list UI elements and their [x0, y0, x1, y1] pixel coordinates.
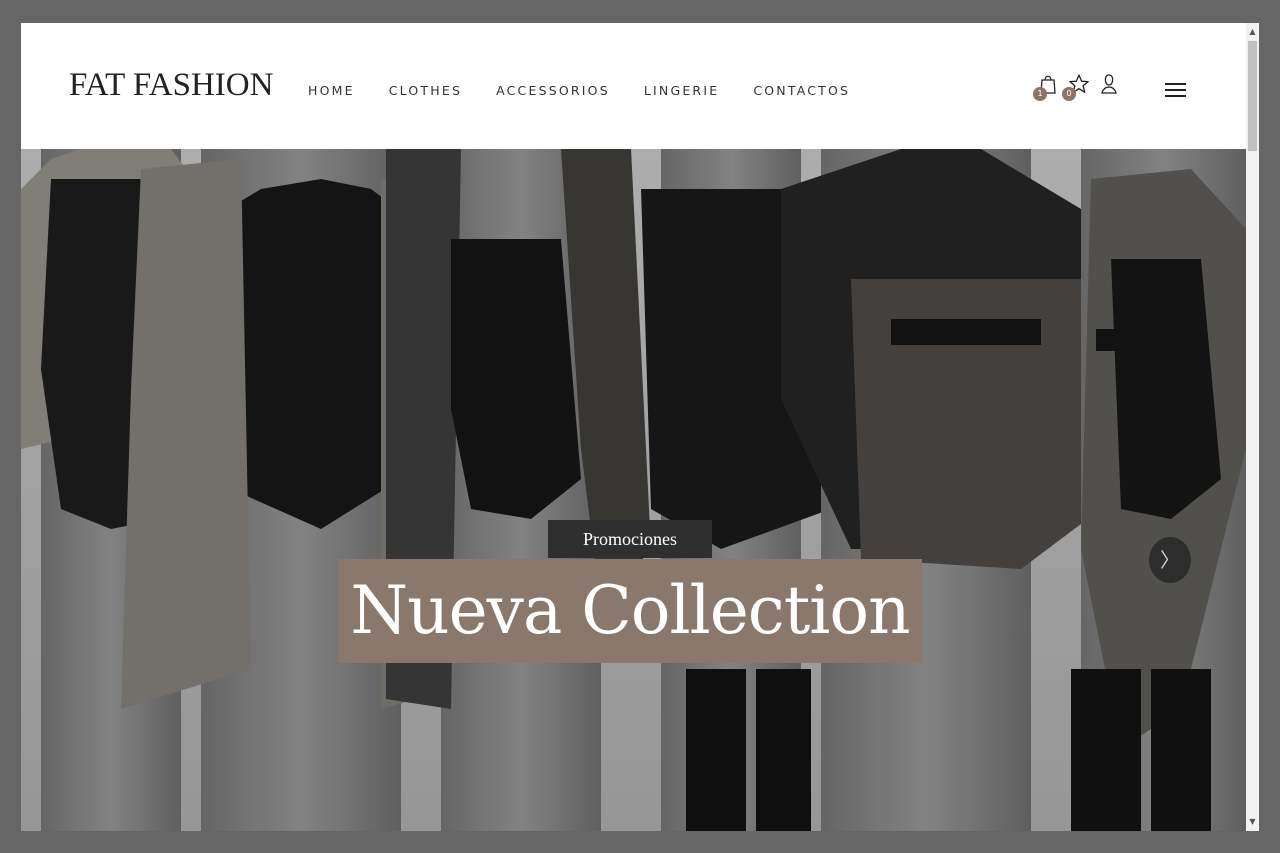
wishlist-count-badge: 0 — [1062, 87, 1076, 101]
headline-box: Nueva Collection — [338, 559, 922, 663]
promo-tag[interactable]: Promociones — [548, 520, 712, 558]
hero-photo — [21, 149, 1246, 831]
user-icon — [1101, 74, 1117, 94]
site-header: FAT FASHION HOME CLOTHES ACCESSORIOS LIN… — [21, 23, 1246, 149]
scroll-up-arrow-icon[interactable]: ▲ — [1246, 25, 1259, 39]
wishlist-button[interactable]: 0 — [1062, 73, 1090, 101]
site-logo[interactable]: FAT FASHION — [69, 67, 273, 104]
main-nav: HOME CLOTHES ACCESSORIOS LINGERIE CONTAC… — [308, 83, 850, 98]
account-button[interactable] — [1100, 73, 1122, 97]
hero-slider: Promociones Nueva Collection 〉 — [21, 149, 1246, 831]
scrollbar-thumb[interactable] — [1248, 41, 1257, 151]
hamburger-menu-button[interactable] — [1165, 82, 1187, 98]
nav-item-accessorios[interactable]: ACCESSORIOS — [496, 83, 610, 98]
slider-next-button[interactable]: 〉 — [1149, 537, 1191, 583]
scroll-down-arrow-icon[interactable]: ▼ — [1246, 815, 1259, 829]
nav-item-home[interactable]: HOME — [308, 83, 355, 98]
header-icons: 1 0 — [1033, 73, 1125, 103]
hamburger-menu-icon — [1165, 83, 1186, 85]
browser-window: FAT FASHION HOME CLOTHES ACCESSORIOS LIN… — [21, 23, 1259, 831]
cart-count-badge: 1 — [1033, 87, 1047, 101]
nav-item-contactos[interactable]: CONTACTOS — [753, 83, 850, 98]
cart-button[interactable]: 1 — [1033, 73, 1061, 101]
nav-item-lingerie[interactable]: LINGERIE — [644, 83, 719, 98]
vertical-scrollbar[interactable]: ▲ ▼ — [1246, 23, 1259, 831]
chevron-right-icon: 〉 — [1160, 548, 1180, 572]
nav-item-clothes[interactable]: CLOTHES — [389, 83, 462, 98]
hero-headline: Nueva Collection — [350, 572, 910, 649]
